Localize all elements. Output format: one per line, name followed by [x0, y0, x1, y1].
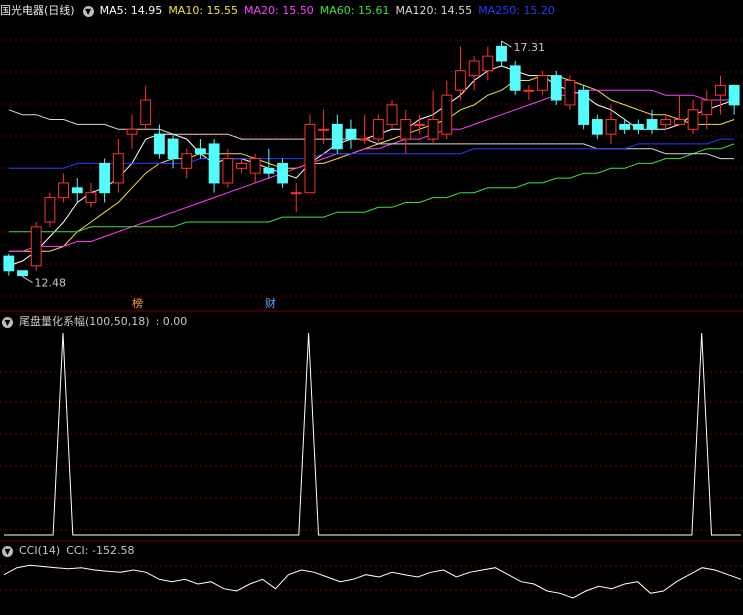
candle-body: [195, 148, 206, 155]
indicator2-title: CCI(14): [19, 544, 61, 557]
candle-body: [673, 119, 685, 125]
chevron-down-icon[interactable]: ▼: [2, 545, 13, 557]
candle-body: [564, 80, 576, 106]
ma-label: MA10: 15.55: [168, 4, 239, 17]
candle-body: [413, 123, 425, 126]
main-header: 国光电器(日线) ▼ MA5: 14.95 MA10: 15.55 MA20: 15.5…: [0, 2, 567, 20]
candle-body: [304, 123, 316, 194]
candle-body: [441, 94, 453, 135]
candle-body: [318, 128, 330, 131]
candle-body: [660, 119, 672, 125]
candle-body: [17, 270, 28, 277]
ma-label: MA5: 14.95: [99, 4, 163, 17]
chevron-down-icon[interactable]: ▼: [2, 316, 13, 328]
candle-body: [550, 75, 562, 101]
candle-body: [208, 143, 220, 184]
ma-label: MA60: 15.61: [319, 4, 390, 17]
stock-title: 国光电器(日线): [0, 4, 75, 17]
candle-body: [605, 119, 617, 135]
indicator1-value: : 0.00: [155, 315, 188, 328]
candle-body: [427, 119, 439, 140]
candle-body: [58, 182, 70, 199]
candle-body: [44, 197, 56, 223]
candle-body: [509, 65, 521, 91]
candle-body: [468, 60, 480, 77]
candle-body: [359, 138, 371, 141]
candle-body: [3, 255, 15, 272]
indicator1-title: 尾盘量化系幅(100,50,18): [19, 315, 150, 328]
ma-legend: MA5: 14.95 MA10: 15.55 MA20: 15.50 MA60: 15…: [100, 4, 561, 17]
candle-body: [277, 162, 288, 184]
candle-body: [646, 119, 658, 130]
candle-body: [290, 192, 302, 195]
candle-body: [85, 192, 97, 203]
candle-body: [715, 84, 726, 96]
candle-body: [222, 158, 234, 184]
candle-body: [523, 89, 535, 92]
candle-body: [153, 133, 165, 155]
candle-body: [701, 99, 713, 116]
candle-body: [619, 123, 631, 130]
ma-label: MA20: 15.50: [244, 4, 314, 17]
candle-body: [537, 75, 548, 91]
candle-body: [181, 153, 193, 169]
candle-body: [455, 70, 466, 91]
ma-label: MA250: 15.20: [478, 4, 555, 17]
indicator2-header: ▼ CCI(14) CCI: -152.58: [0, 542, 140, 560]
candlesticks: [3, 41, 740, 277]
candle-body: [482, 55, 494, 72]
low-price-label: 12.48: [35, 277, 67, 290]
high-price-label: 17.31: [514, 41, 546, 54]
candle-body: [331, 123, 343, 150]
annotation-pointer: [22, 276, 33, 284]
candle-body: [236, 162, 247, 169]
candle-body: [372, 119, 384, 140]
candle-body: [687, 109, 699, 130]
candle-body: [30, 226, 42, 267]
ma-label: MA120: 14.55: [395, 4, 473, 17]
cci-line: [3, 564, 742, 599]
cai-badge[interactable]: 财: [264, 297, 277, 310]
candle-body: [496, 45, 507, 62]
indicator2-value: CCI: -152.58: [66, 544, 135, 557]
candle-body: [400, 119, 412, 140]
indicator1-header: ▼ 尾盘量化系幅(100,50,18) : 0.00: [0, 313, 193, 331]
chevron-down-icon[interactable]: ▼: [82, 5, 94, 17]
candle-body: [167, 138, 179, 160]
candle-body: [345, 128, 357, 140]
candle-body: [632, 123, 644, 130]
candle-body: [591, 119, 603, 135]
candle-body: [126, 128, 138, 135]
candle-body: [140, 99, 152, 125]
ma-line: [8, 109, 735, 160]
candle-body: [578, 89, 590, 125]
candle-body: [71, 187, 83, 194]
candle-body: [249, 158, 261, 174]
bang-badge[interactable]: 榜: [131, 297, 144, 310]
candle-body: [386, 104, 398, 125]
candle-body: [112, 153, 124, 184]
candle-body: [728, 84, 740, 106]
stock-chart[interactable]: 17.31 12.48: [0, 0, 743, 615]
candle-body: [99, 162, 111, 194]
candle-body: [263, 167, 275, 174]
